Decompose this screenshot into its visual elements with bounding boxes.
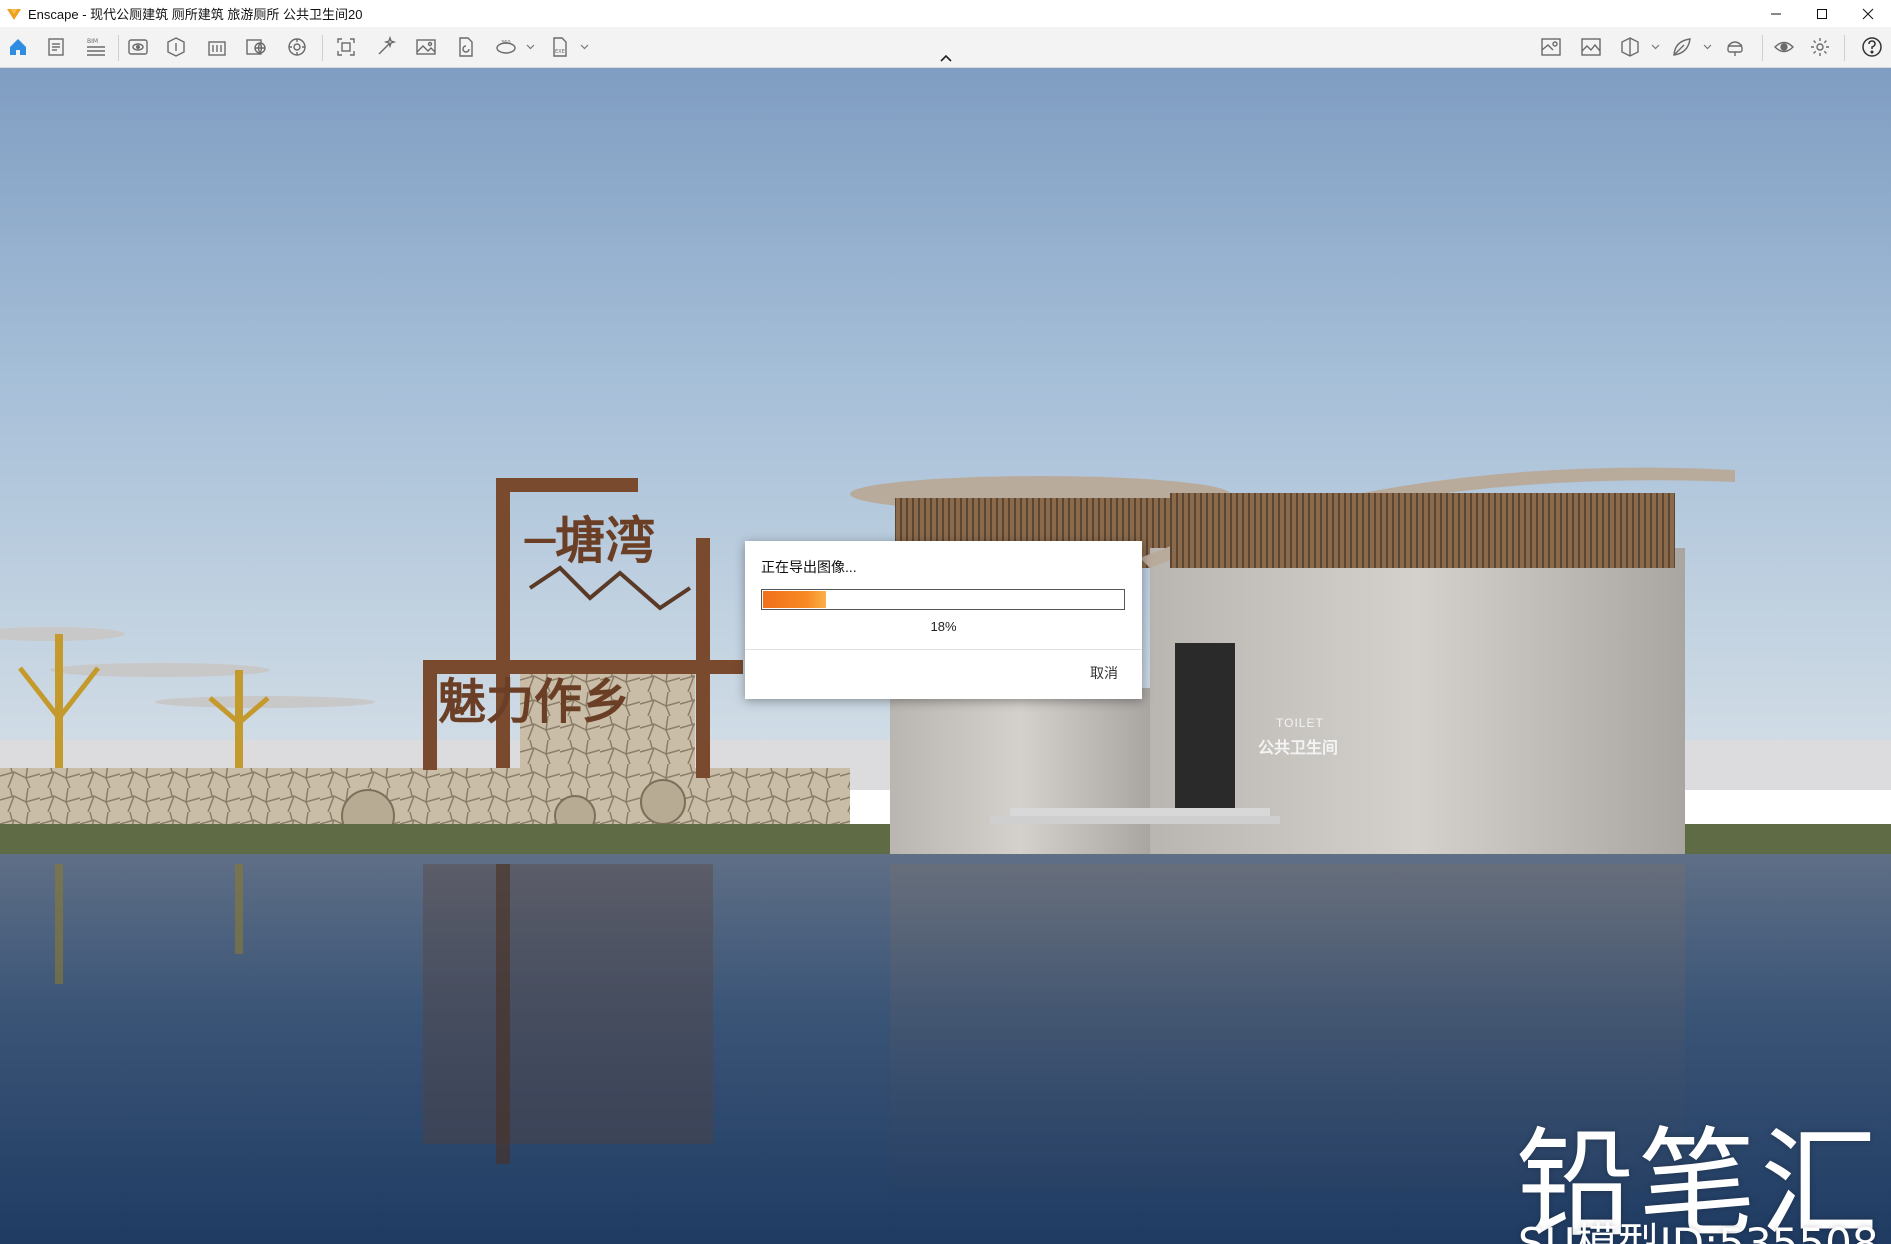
- building-icon: [208, 41, 226, 56]
- minimize-button[interactable]: [1753, 0, 1799, 27]
- home-button[interactable]: [6, 35, 30, 59]
- gallery-icon: [1581, 38, 1601, 56]
- svg-text:─塘湾: ─塘湾: [524, 512, 655, 570]
- image-button[interactable]: [414, 35, 438, 59]
- panorama-icon: 360: [496, 40, 516, 54]
- help-button[interactable]: [1860, 35, 1884, 59]
- export-dropdown-icon[interactable]: [580, 42, 589, 51]
- leaf-icon: [1673, 38, 1691, 56]
- close-icon: [1862, 8, 1874, 19]
- toilet-sign-en: TOILET: [1276, 716, 1324, 730]
- image-icon: [416, 39, 436, 55]
- maximize-button[interactable]: [1799, 0, 1845, 27]
- visibility-icon: [1774, 41, 1794, 53]
- close-button[interactable]: [1845, 0, 1891, 27]
- asset-button[interactable]: [164, 35, 188, 59]
- cube-dropdown-icon[interactable]: [1651, 42, 1660, 51]
- cancel-button[interactable]: 取消: [1090, 663, 1118, 683]
- bim-document-icon: [48, 38, 64, 56]
- help-icon: [1862, 37, 1882, 57]
- refresh-file-button[interactable]: [454, 35, 478, 59]
- visibility-button[interactable]: [1772, 35, 1796, 59]
- window-controls: [1753, 0, 1891, 27]
- minimize-icon: [1771, 13, 1781, 14]
- svg-text:360: 360: [501, 40, 511, 46]
- progress-bar: [761, 589, 1125, 610]
- screenshot-button[interactable]: [334, 35, 358, 59]
- building-button[interactable]: [205, 35, 229, 59]
- view-button[interactable]: [126, 35, 150, 59]
- magic-wand-icon: [378, 36, 397, 55]
- refresh-file-icon: [459, 37, 473, 57]
- settings-circle-button[interactable]: [285, 35, 309, 59]
- leaf-button[interactable]: [1670, 35, 1694, 59]
- maximize-icon: [1817, 8, 1827, 19]
- home-icon: [10, 39, 26, 55]
- view-icon: [128, 39, 148, 55]
- window-title: Enscape - 现代公厕建筑 厕所建筑 旅游厕所 公共卫生间20: [28, 7, 363, 22]
- export-progress-dialog: 正在导出图像... 18% 取消: [745, 541, 1142, 699]
- title-bar: Enscape - 现代公厕建筑 厕所建筑 旅游厕所 公共卫生间20: [0, 0, 1891, 27]
- settings-circle-icon: [288, 38, 306, 56]
- bim-list-button[interactable]: BIM: [84, 35, 108, 59]
- screenshot-icon: [337, 38, 355, 56]
- settings-button[interactable]: [1808, 35, 1832, 59]
- panorama-dropdown-icon[interactable]: [526, 42, 535, 51]
- gallery-button[interactable]: [1579, 35, 1603, 59]
- watermark-model-id: SU模型ID:535508: [1518, 1219, 1879, 1244]
- bim-list-icon: BIM: [87, 38, 105, 56]
- dialog-title: 正在导出图像...: [761, 559, 857, 575]
- progress-fill: [763, 591, 827, 608]
- map-icon: [1541, 38, 1561, 56]
- leaf-dropdown-icon[interactable]: [1703, 42, 1712, 51]
- progress-percentage: 18%: [930, 619, 957, 634]
- gear-icon: [1811, 38, 1829, 56]
- bim-document-button[interactable]: [44, 35, 68, 59]
- magic-wand-button[interactable]: [374, 35, 398, 59]
- export-file-icon: EXE: [553, 37, 567, 57]
- toilet-sign-cn: 公共卫生间: [1258, 740, 1339, 757]
- vr-headset-button[interactable]: [1723, 35, 1747, 59]
- globe-button[interactable]: [244, 35, 268, 59]
- collapse-toolbar-chevron-icon[interactable]: [938, 52, 954, 64]
- enscape-logo-icon: [7, 8, 21, 20]
- vr-headset-icon: [1727, 41, 1743, 56]
- globe-icon: [246, 39, 266, 55]
- dialog-divider: [745, 649, 1142, 650]
- svg-text:魅力作乡: 魅力作乡: [438, 674, 630, 730]
- svg-text:BIM: BIM: [87, 38, 98, 45]
- asset-icon: [167, 37, 185, 57]
- panorama-button[interactable]: 360: [494, 35, 518, 59]
- export-file-button[interactable]: EXE: [548, 35, 572, 59]
- svg-text:EXE: EXE: [555, 49, 565, 55]
- cube-button[interactable]: [1618, 35, 1642, 59]
- map-button[interactable]: [1539, 35, 1563, 59]
- cube-icon: [1621, 37, 1639, 57]
